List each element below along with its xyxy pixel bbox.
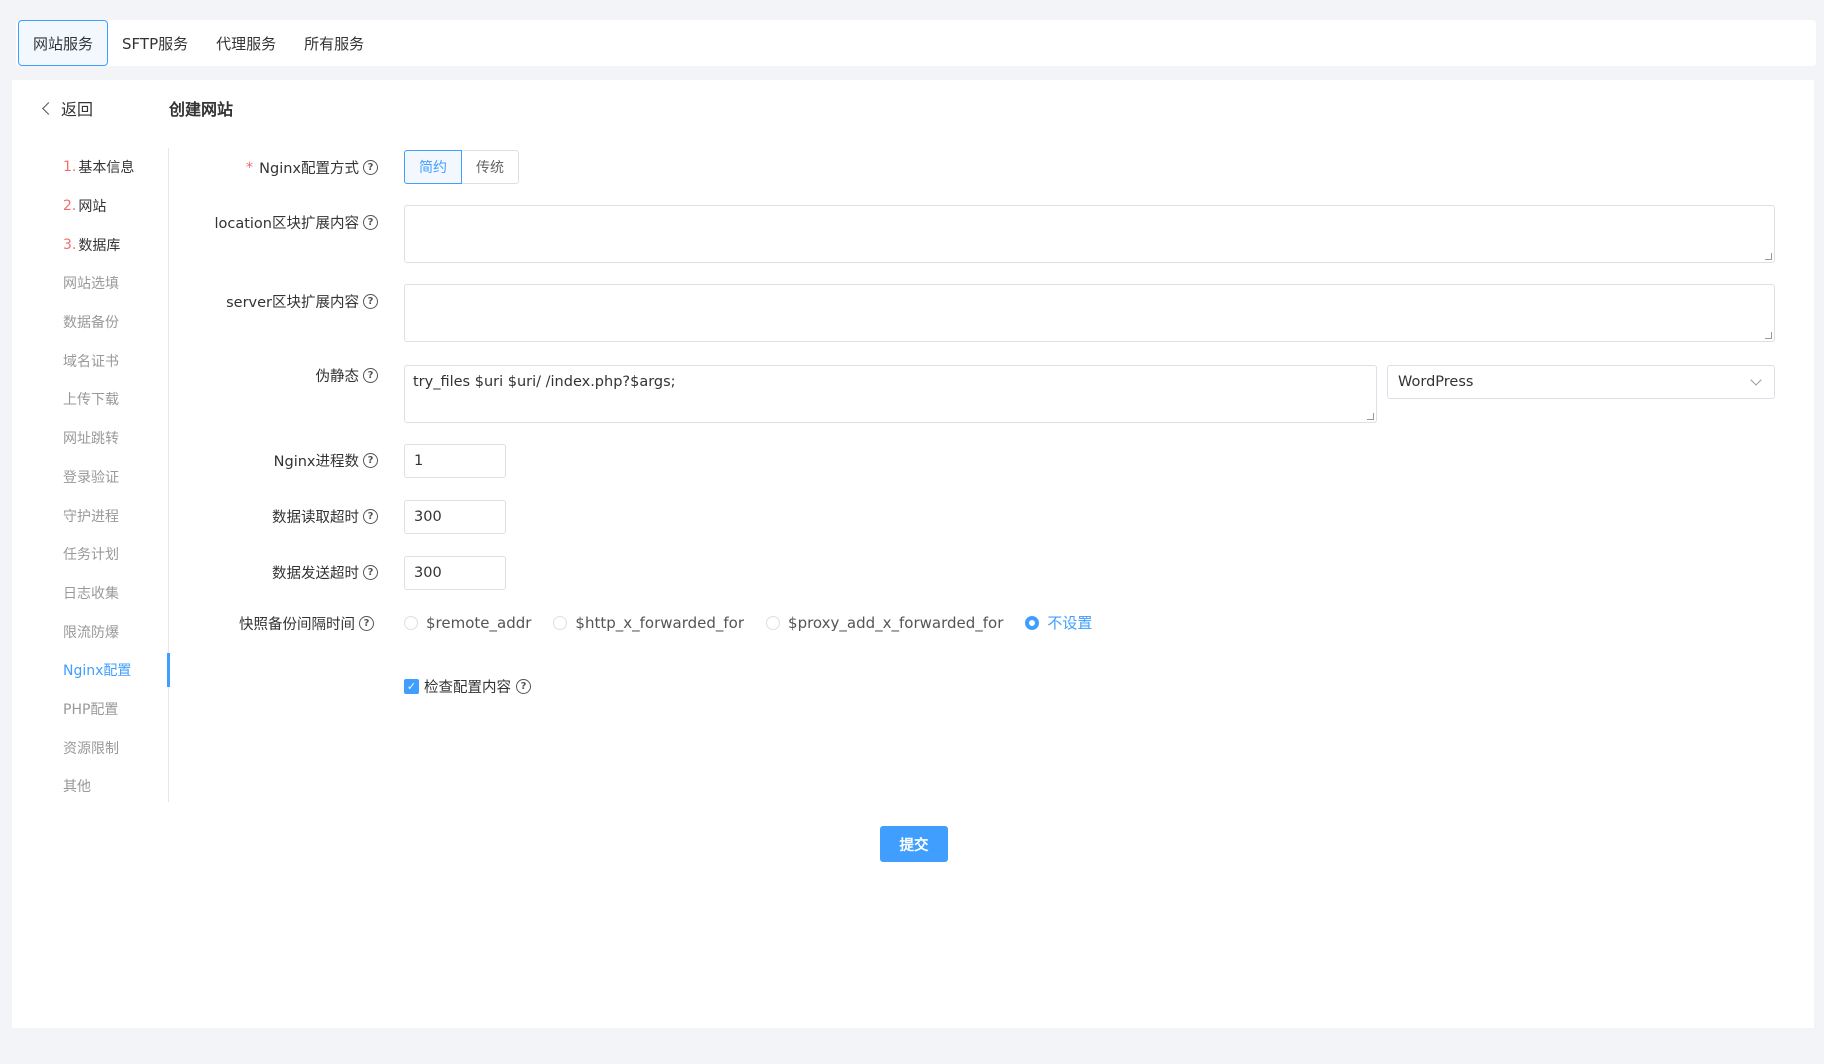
radio-circle [1025, 615, 1040, 630]
nginx-mode-label-text: Nginx配置方式 [259, 161, 359, 177]
worker-processes-input[interactable]: 1 [404, 444, 506, 478]
tab-proxy-service[interactable]: 代理服务 [202, 20, 290, 66]
send-timeout-label-text: 数据发送超时 [272, 566, 359, 582]
step-number: 2. [63, 198, 77, 215]
step-domain-cert[interactable]: 域名证书 [12, 341, 168, 380]
read-timeout-label: 数据读取超时 ? [272, 506, 378, 527]
help-icon[interactable]: ? [363, 453, 378, 468]
radio-proxy-add-x-forwarded-for[interactable]: $proxy_add_x_forwarded_for [766, 614, 1003, 632]
mode-simple-button[interactable]: 简约 [404, 150, 462, 184]
step-rate-limit[interactable]: 限流防爆 [12, 612, 168, 651]
step-upload-download[interactable]: 上传下载 [12, 380, 168, 419]
send-timeout-label: 数据发送超时 ? [272, 562, 378, 583]
step-daemon[interactable]: 守护进程 [12, 496, 168, 535]
step-website[interactable]: 2. 网站 [12, 187, 168, 226]
location-ext-label-text: location区块扩展内容 [214, 216, 359, 232]
rewrite-label: 伪静态 ? [315, 365, 378, 386]
step-data-backup[interactable]: 数据备份 [12, 303, 168, 342]
radio-circle [553, 615, 568, 630]
help-icon[interactable]: ? [363, 294, 378, 309]
send-timeout-input[interactable]: 300 [404, 556, 506, 590]
read-timeout-label-text: 数据读取超时 [272, 510, 359, 526]
check-icon: ✓ [404, 679, 419, 694]
nginx-mode-toggle: 简约 传统 [404, 150, 519, 184]
help-icon[interactable]: ? [516, 679, 531, 694]
back-button[interactable]: 返回 [42, 96, 94, 120]
step-label: 数据库 [78, 237, 121, 254]
step-number: 1. [63, 159, 77, 176]
worker-processes-label: Nginx进程数 ? [274, 450, 378, 471]
chevron-left-icon [42, 101, 55, 115]
radio-label: $remote_addr [426, 613, 532, 632]
step-php-config[interactable]: PHP配置 [12, 690, 168, 729]
snapshot-interval-label-text: 快照备份间隔时间 [239, 617, 355, 633]
server-ext-label: server区块扩展内容 ? [226, 291, 378, 312]
server-ext-textarea[interactable] [404, 284, 1775, 342]
worker-processes-label-text: Nginx进程数 [273, 454, 359, 470]
snapshot-interval-label: 快照备份间隔时间 ? [239, 613, 374, 634]
check-config-checkbox[interactable]: ✓ 检查配置内容 ? [404, 676, 531, 697]
step-label: 网站 [78, 199, 107, 216]
location-ext-textarea[interactable] [404, 205, 1775, 263]
nginx-mode-label: * Nginx配置方式 ? [246, 157, 378, 178]
radio-label: 不设置 [1047, 614, 1093, 632]
step-resource-limit[interactable]: 资源限制 [12, 728, 168, 767]
step-url-redirect[interactable]: 网址跳转 [12, 419, 168, 458]
service-tab-bar: 网站服务 SFTP服务 代理服务 所有服务 [16, 20, 1816, 66]
tab-website-service[interactable]: 网站服务 [18, 20, 109, 66]
step-log-collect[interactable]: 日志收集 [12, 574, 168, 613]
step-basic-info[interactable]: 1. 基本信息 [12, 148, 168, 187]
help-icon[interactable]: ? [363, 215, 378, 230]
step-nav: 1. 基本信息 2. 网站 3. 数据库 网站选填 数据备份 域名证书 上传下载 网址… [12, 148, 170, 802]
step-number: 3. [63, 236, 77, 253]
help-icon[interactable]: ? [359, 616, 374, 631]
step-database[interactable]: 3. 数据库 [12, 225, 168, 264]
mode-traditional-button[interactable]: 传统 [462, 150, 519, 184]
tab-all-services[interactable]: 所有服务 [290, 20, 378, 66]
rewrite-label-text: 伪静态 [315, 369, 360, 385]
chevron-down-icon [1750, 374, 1762, 386]
rewrite-preset-select[interactable]: WordPress [1387, 365, 1775, 399]
required-mark: * [245, 159, 254, 176]
tab-sftp-service[interactable]: SFTP服务 [108, 20, 202, 66]
page-title: 创建网站 [169, 100, 234, 119]
location-ext-label: location区块扩展内容 ? [214, 212, 378, 233]
step-label: 基本信息 [78, 160, 135, 177]
radio-label: $http_x_forwarded_for [575, 613, 745, 632]
step-site-optional[interactable]: 网站选填 [12, 264, 168, 303]
help-icon[interactable]: ? [363, 565, 378, 580]
back-label: 返回 [61, 100, 94, 119]
step-other[interactable]: 其他 [12, 767, 168, 806]
help-icon[interactable]: ? [363, 368, 378, 383]
radio-circle [766, 615, 781, 630]
check-config-label: 检查配置内容 [424, 680, 511, 696]
submit-button[interactable]: 提交 [880, 826, 948, 862]
radio-not-set[interactable]: 不设置 [1025, 612, 1092, 633]
radio-http-x-forwarded-for[interactable]: $http_x_forwarded_for [553, 614, 744, 632]
snapshot-interval-radio-group: $remote_addr $http_x_forwarded_for $prox… [404, 612, 1092, 633]
step-cron[interactable]: 任务计划 [12, 535, 168, 574]
server-ext-label-text: server区块扩展内容 [226, 295, 359, 311]
help-icon[interactable]: ? [363, 160, 378, 175]
read-timeout-input[interactable]: 300 [404, 500, 506, 534]
radio-label: $proxy_add_x_forwarded_for [788, 613, 1004, 632]
create-site-card: 返回 创建网站 1. 基本信息 2. 网站 3. 数据库 网站选填 数据备份 域名证书… [12, 80, 1814, 1028]
rewrite-preset-value: WordPress [1398, 374, 1474, 390]
step-login-auth[interactable]: 登录验证 [12, 458, 168, 497]
radio-remote-addr[interactable]: $remote_addr [404, 614, 531, 632]
radio-circle [404, 615, 418, 630]
step-nginx-config[interactable]: Nginx配置 [12, 651, 170, 690]
help-icon[interactable]: ? [363, 509, 378, 524]
rewrite-textarea[interactable]: try_files $uri $uri/ /index.php?$args; [404, 365, 1377, 423]
